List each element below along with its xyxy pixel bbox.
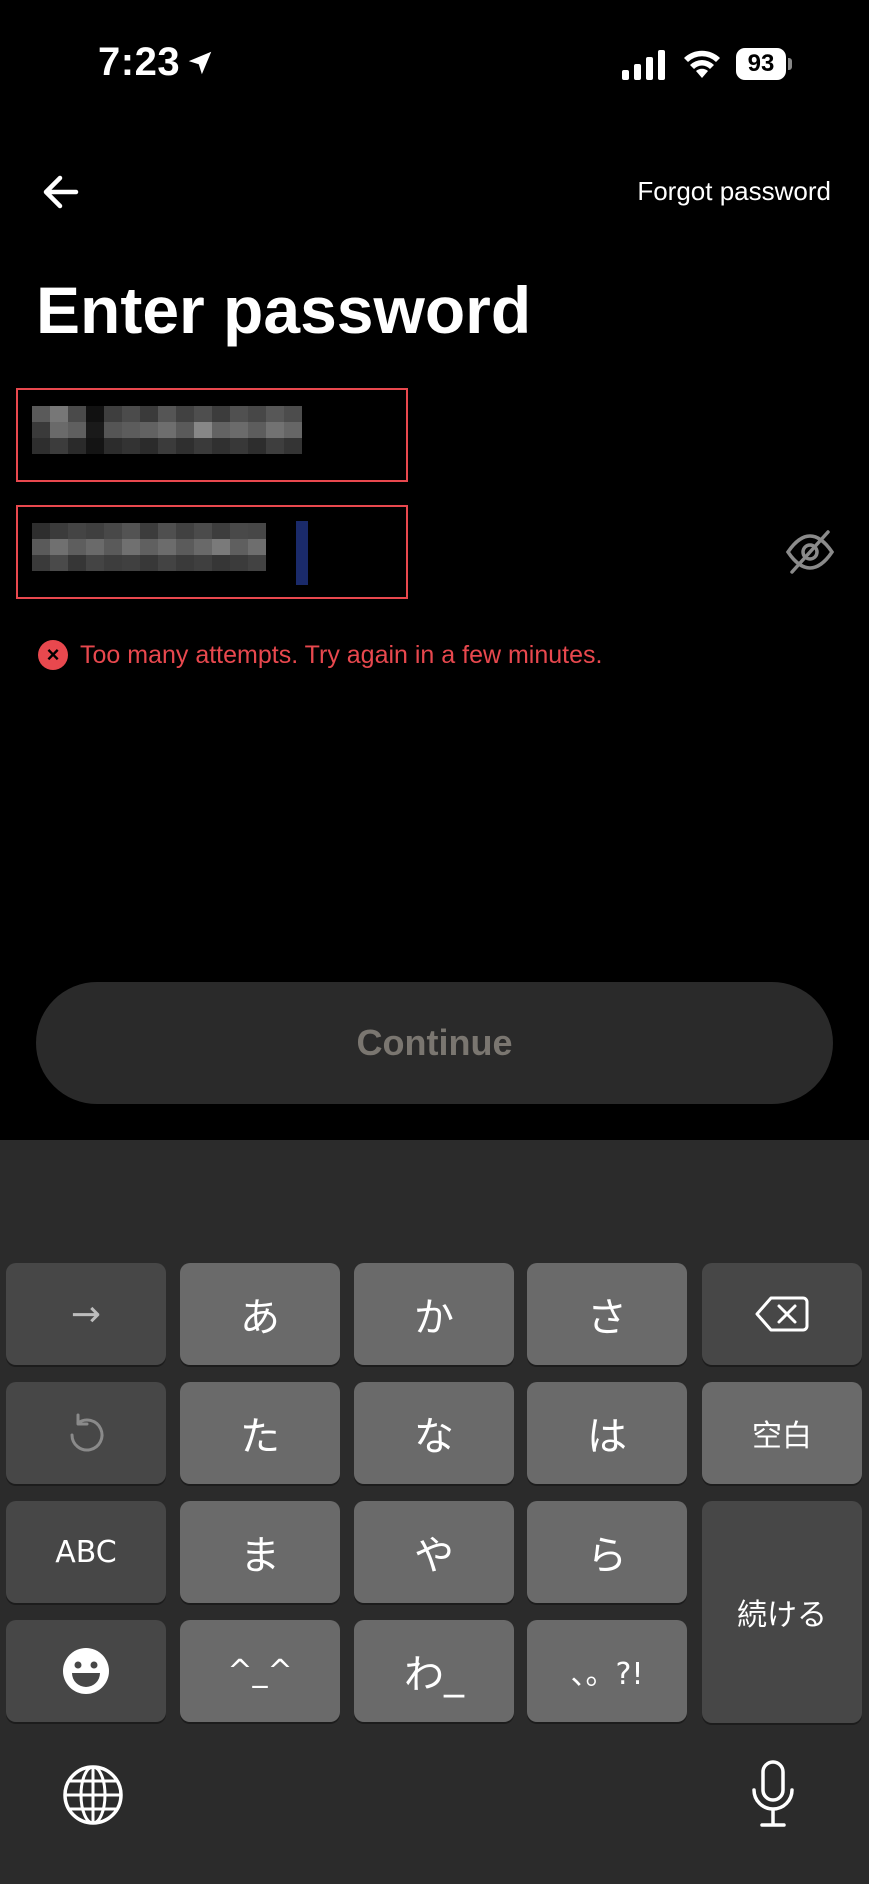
key-emoji[interactable] (6, 1620, 166, 1722)
battery-cap (788, 58, 792, 70)
battery-indicator: 93 (736, 48, 792, 80)
backspace-icon (755, 1296, 809, 1332)
microphone-icon[interactable] (750, 1760, 796, 1828)
key-enter[interactable]: 続ける (702, 1501, 862, 1723)
status-time: 7:23 (98, 40, 181, 84)
location-arrow-icon (188, 51, 212, 75)
wifi-icon (684, 50, 720, 78)
key-ma[interactable]: ま (180, 1501, 340, 1603)
key-a[interactable]: あ (180, 1263, 340, 1365)
undo-icon (70, 1413, 104, 1452)
cellular-signal-icon (622, 50, 665, 80)
eye-slash-icon[interactable] (784, 528, 836, 576)
error-x-circle-icon: × (38, 640, 68, 670)
key-ta[interactable]: た (180, 1382, 340, 1484)
redacted-password (32, 523, 266, 571)
japanese-kana-keyboard: → あ か さ た な は 空白 ABC ま や ら 続ける ^_^ わ_ 、。… (0, 1140, 869, 1884)
status-bar: 7:23 93 (0, 0, 869, 130)
key-punctuation[interactable]: 、。?! (527, 1620, 687, 1722)
username-field[interactable] (16, 388, 408, 482)
key-next-arrow-label: → (70, 1293, 102, 1335)
error-message: × Too many attempts. Try again in a few … (38, 640, 602, 670)
key-undo[interactable] (6, 1382, 166, 1484)
continue-button[interactable]: Continue (36, 982, 833, 1104)
key-kaomoji[interactable]: ^_^ (180, 1620, 340, 1722)
key-abc[interactable]: ABC (6, 1501, 166, 1603)
emoji-icon (63, 1648, 109, 1694)
forgot-password-link[interactable]: Forgot password (637, 176, 831, 207)
key-na[interactable]: な (354, 1382, 514, 1484)
key-ka[interactable]: か (354, 1263, 514, 1365)
error-text: Too many attempts. Try again in a few mi… (80, 640, 603, 669)
globe-icon[interactable] (62, 1764, 124, 1826)
back-arrow-icon[interactable] (36, 166, 88, 218)
key-sa[interactable]: さ (527, 1263, 687, 1365)
password-field[interactable] (16, 505, 408, 599)
battery-level: 93 (736, 48, 786, 80)
key-wa[interactable]: わ_ (354, 1620, 514, 1722)
key-ra[interactable]: ら (527, 1501, 687, 1603)
page-title: Enter password (36, 273, 532, 347)
text-caret (296, 521, 308, 585)
key-delete[interactable] (702, 1263, 862, 1365)
key-ya[interactable]: や (354, 1501, 514, 1603)
redacted-username (32, 406, 302, 454)
key-next-arrow[interactable]: → (6, 1263, 166, 1365)
key-ha[interactable]: は (527, 1382, 687, 1484)
key-space[interactable]: 空白 (702, 1382, 862, 1484)
